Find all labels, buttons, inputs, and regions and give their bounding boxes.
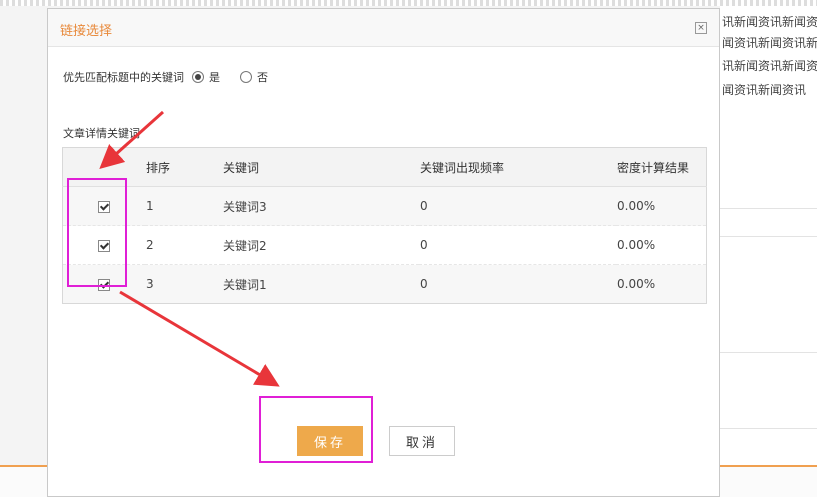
order-cell: 1 bbox=[145, 186, 222, 226]
keyword-priority-label: 优先匹配标题中的关键词 bbox=[63, 71, 184, 84]
table-header-row: 排序 关键词 关键词出现频率 密度计算结果 bbox=[62, 147, 707, 187]
keyword-priority-row: 优先匹配标题中的关键词 是 否 bbox=[63, 69, 268, 85]
radio-yes-label[interactable]: 是 bbox=[209, 69, 220, 85]
frequency-cell: 0 bbox=[419, 264, 616, 304]
background-text: 闻资讯新闻资讯 bbox=[722, 83, 807, 97]
column-header-density: 密度计算结果 bbox=[616, 147, 707, 187]
table-row: 2 关键词2 0 0.00% bbox=[62, 225, 707, 265]
dialog-header: 链接选择 × bbox=[48, 9, 719, 47]
keyword-cell: 关键词3 bbox=[222, 186, 419, 226]
section-label: 文章详情关键词 bbox=[63, 127, 140, 140]
background-text: 讯新闻资讯新闻资 bbox=[722, 59, 817, 73]
background-strip bbox=[0, 0, 817, 6]
density-cell: 0.00% bbox=[616, 225, 707, 265]
dialog-title: 链接选择 bbox=[60, 24, 113, 39]
order-cell: 3 bbox=[145, 264, 222, 304]
background-text: 讯新闻资讯新闻资 bbox=[722, 15, 817, 29]
density-cell: 0.00% bbox=[616, 186, 707, 226]
density-cell: 0.00% bbox=[616, 264, 707, 304]
radio-yes[interactable] bbox=[192, 71, 204, 83]
cancel-button[interactable]: 取消 bbox=[389, 426, 455, 456]
table-row: 3 关键词1 0 0.00% bbox=[62, 264, 707, 304]
order-cell: 2 bbox=[145, 225, 222, 265]
column-header-order: 排序 bbox=[145, 147, 222, 187]
keyword-table: 排序 关键词 关键词出现频率 密度计算结果 1 关键词3 0 0.00% 2 关… bbox=[62, 147, 707, 304]
radio-no-label[interactable]: 否 bbox=[257, 69, 268, 85]
checkbox-highlight-box bbox=[67, 178, 127, 287]
close-icon[interactable]: × bbox=[695, 22, 707, 34]
frequency-cell: 0 bbox=[419, 225, 616, 265]
column-header-keyword: 关键词 bbox=[222, 147, 419, 187]
column-header-frequency: 关键词出现频率 bbox=[419, 147, 616, 187]
background-divider bbox=[720, 352, 817, 353]
frequency-cell: 0 bbox=[419, 186, 616, 226]
keyword-cell: 关键词1 bbox=[222, 264, 419, 304]
keyword-cell: 关键词2 bbox=[222, 225, 419, 265]
table-row: 1 关键词3 0 0.00% bbox=[62, 186, 707, 226]
link-select-dialog: 链接选择 × 优先匹配标题中的关键词 是 否 文章详情关键词 排序 关键词 关键… bbox=[47, 8, 720, 497]
background-text: 闻资讯新闻资讯新 bbox=[722, 36, 817, 50]
background-divider bbox=[720, 208, 817, 209]
background-divider bbox=[720, 428, 817, 429]
radio-no[interactable] bbox=[240, 71, 252, 83]
background-divider bbox=[720, 236, 817, 237]
save-highlight-box bbox=[259, 396, 373, 463]
